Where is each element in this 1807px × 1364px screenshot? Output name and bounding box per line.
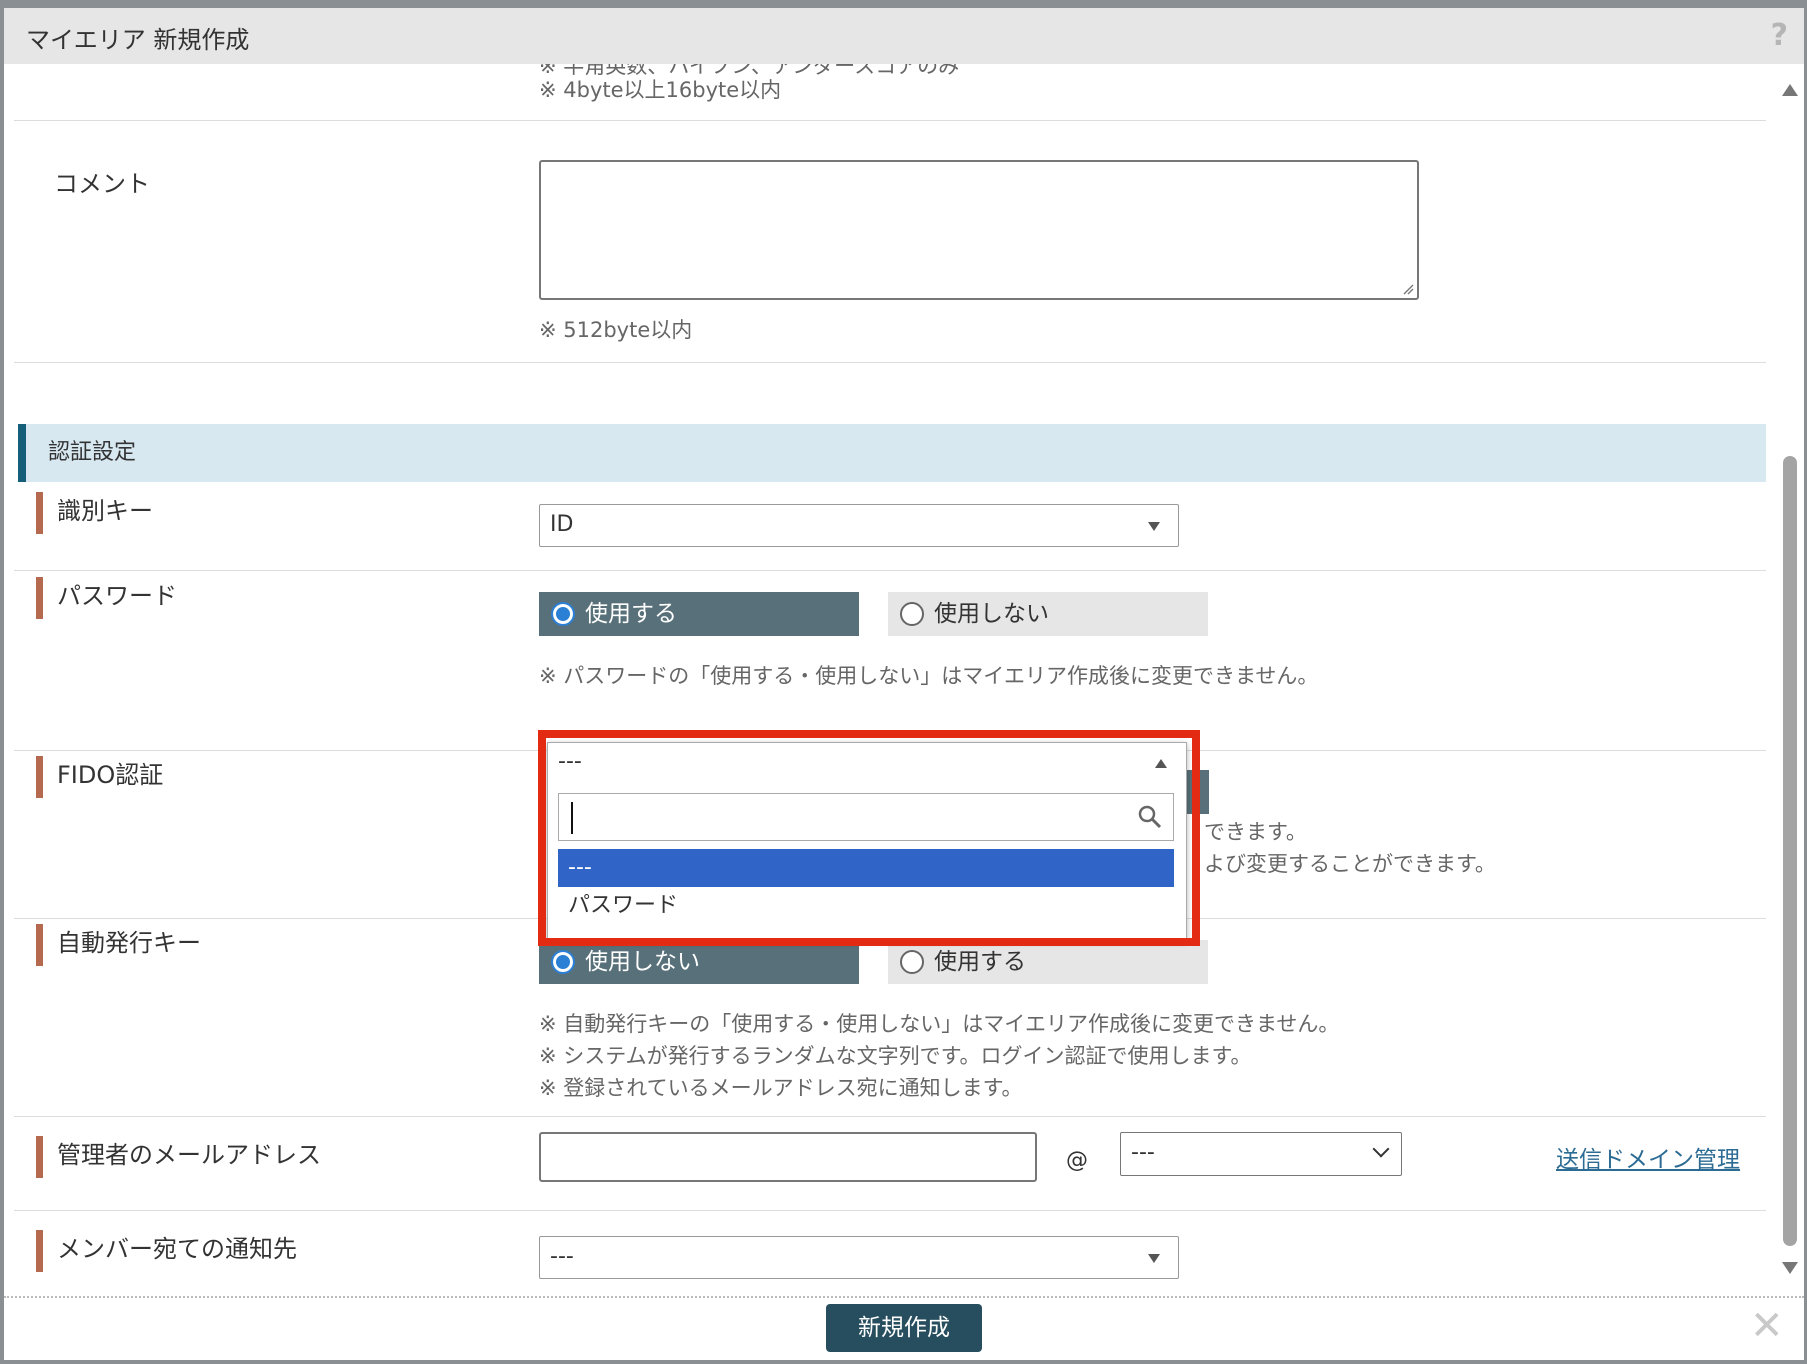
auto-key-use-label: 使用する [934,949,1026,975]
member-notify-label: メンバー宛ての通知先 [36,1230,297,1272]
divider [14,1210,1766,1211]
radio-unselected-icon [900,950,924,974]
comment-label: コメント [54,170,150,198]
create-button[interactable]: 新規作成 [826,1304,982,1352]
member-notify-select[interactable]: --- [539,1236,1179,1279]
auto-key-note-3: ※ 登録されているメールアドレス宛に通知します。 [539,1076,1023,1100]
divider [14,120,1766,121]
dropdown-arrow-icon [1148,522,1160,531]
email-domain-value: --- [1131,1140,1155,1165]
radio-selected-icon [551,602,575,626]
password-use-label: 使用する [585,601,677,627]
chevron-down-icon [1372,1140,1390,1158]
password-nouse-label: 使用しない [934,601,1049,627]
dialog: マイエリア 新規作成 ? ※ 半角英数、ハイフン、アンダースコアのみ ※ 4by… [4,8,1804,1360]
name-length-note: ※ 4byte以上16byte以内 [539,78,782,102]
divider [14,362,1766,363]
radio-unselected-icon [900,602,924,626]
identifier-key-select[interactable]: ID [539,504,1179,547]
password-note: ※ パスワードの「使用する・使用しない」はマイエリア作成後に変更できません。 [539,664,1319,688]
email-domain-select[interactable]: --- [1120,1132,1402,1176]
member-notify-value: --- [550,1244,574,1269]
dialog-titlebar: マイエリア 新規作成 ? [4,8,1804,64]
resize-grip-icon[interactable] [1402,283,1414,295]
comment-textarea[interactable] [539,160,1419,300]
scroll-down-icon[interactable] [1782,1262,1798,1274]
password-use-radio[interactable]: 使用する [539,592,859,636]
auto-key-use-radio[interactable]: 使用する [888,940,1208,984]
auto-key-label: 自動発行キー [36,924,201,966]
annotation-highlight-box [538,730,1200,946]
auth-section-header: 認証設定 [18,424,1766,482]
close-icon[interactable]: ✕ [1750,1306,1784,1346]
divider [14,570,1766,571]
scroll-up-icon[interactable] [1782,84,1798,96]
password-label: パスワード [36,577,177,619]
dropdown-arrow-icon [1148,1254,1160,1263]
admin-email-input[interactable] [539,1132,1037,1182]
auto-key-nouse-radio[interactable]: 使用しない [539,940,859,984]
scrollbar[interactable] [1779,72,1801,1288]
sending-domain-link[interactable]: 送信ドメイン管理 [1556,1140,1740,1174]
identifier-key-value: ID [550,512,574,537]
identifier-key-label: 識別キー [36,492,153,534]
divider [14,1116,1766,1117]
password-nouse-radio[interactable]: 使用しない [888,592,1208,636]
fido-note-1: できます。 [1204,820,1307,844]
radio-selected-icon [551,950,575,974]
admin-email-label: 管理者のメールアドレス [36,1136,321,1178]
dialog-content: ※ 半角英数、ハイフン、アンダースコアのみ ※ 4byte以上16byte以内 … [14,64,1766,1296]
help-icon[interactable]: ? [1771,18,1788,53]
dialog-title: マイエリア 新規作成 [26,26,250,54]
scrollbar-thumb[interactable] [1783,456,1797,1246]
at-sign: @ [1066,1148,1088,1173]
auto-key-nouse-label: 使用しない [585,949,700,975]
comment-note: ※ 512byte以内 [539,318,693,342]
auto-key-note-2: ※ システムが発行するランダムな文字列です。ログイン認証で使用します。 [539,1044,1252,1068]
fido-note-2: よび変更することができます。 [1204,852,1496,876]
auto-key-note-1: ※ 自動発行キーの「使用する・使用しない」はマイエリア作成後に変更できません。 [539,1012,1340,1036]
fido-label: FIDO認証 [36,756,163,798]
